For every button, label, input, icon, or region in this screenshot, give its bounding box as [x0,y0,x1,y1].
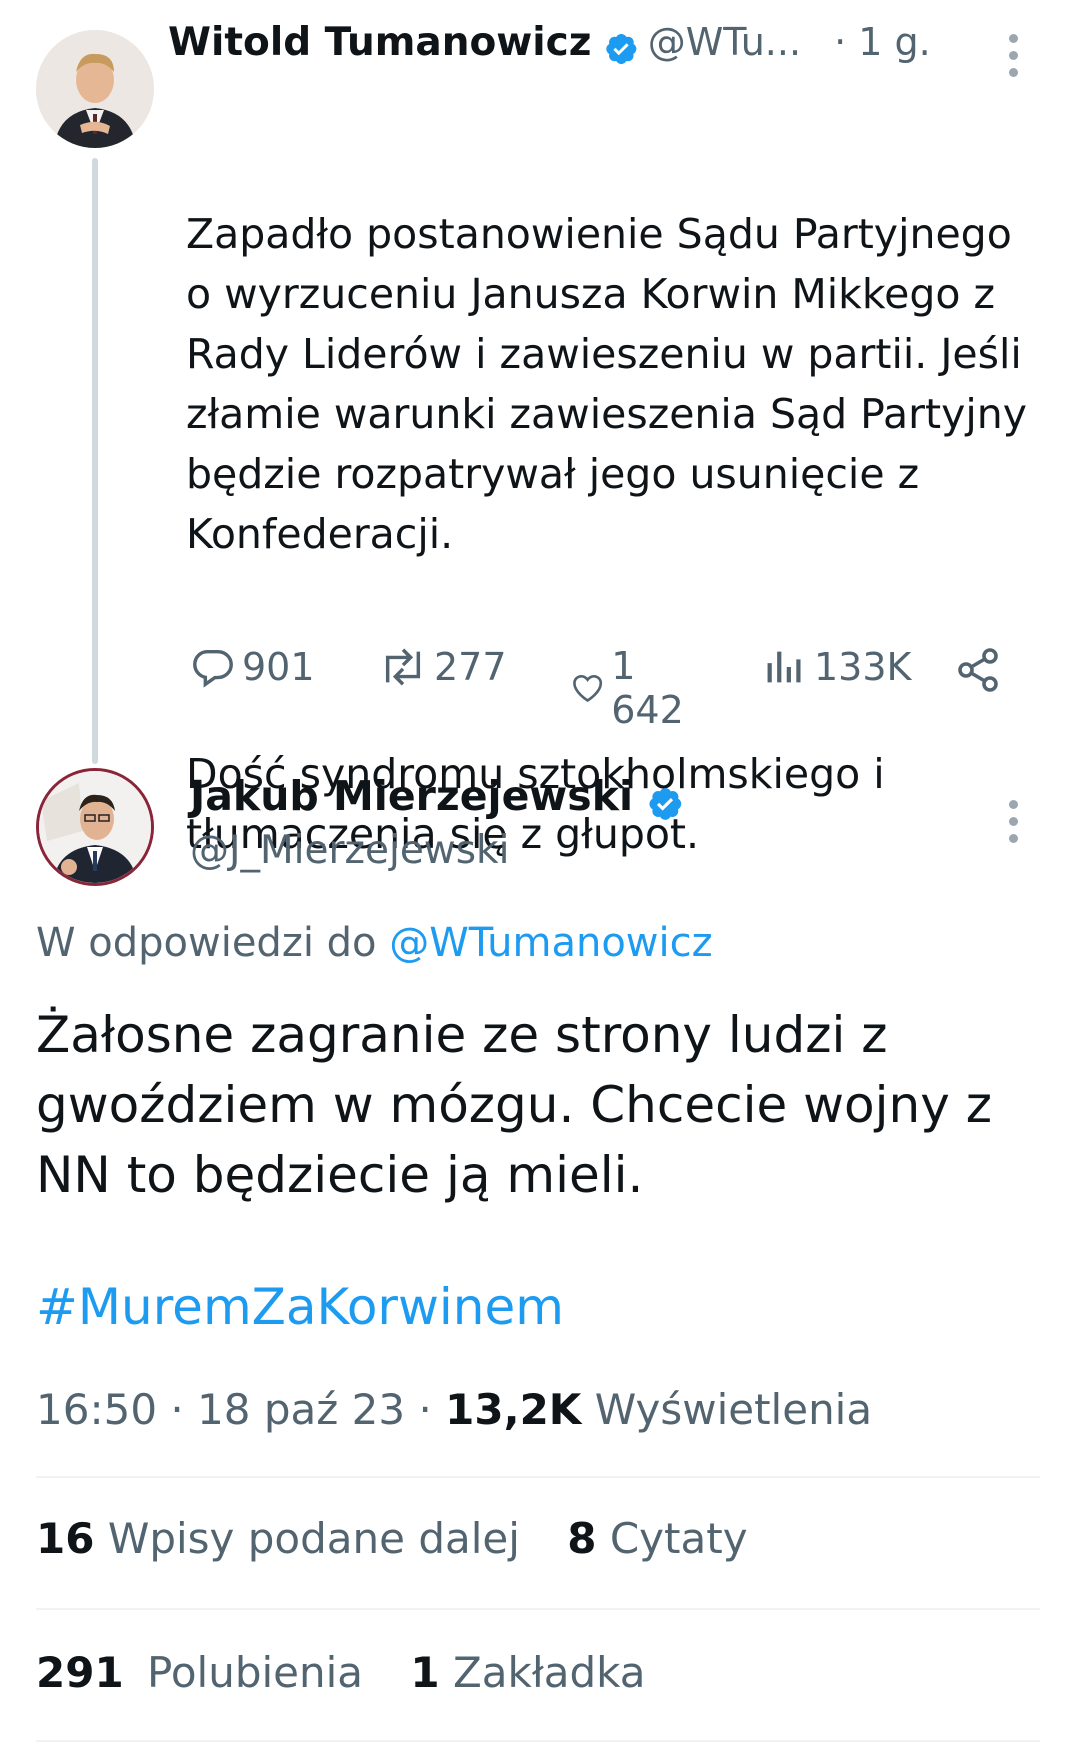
analytics-icon [767,651,801,683]
views-label: Wyświetlenia [594,1385,873,1434]
retweet-button[interactable]: 277 [378,644,507,690]
reply-icon [193,649,233,688]
likes-stat[interactable]: 291 Polubienia [36,1648,363,1697]
views-count: 13,2K [445,1385,582,1434]
divider [36,1740,1040,1742]
verified-badge-icon [646,785,684,827]
author-handle[interactable]: @WTu... [648,20,801,64]
tweet2-header: Jakub Mierzejewski [190,772,684,827]
hashtag-link[interactable]: #MuremZaKorwinem [36,1278,564,1336]
divider [36,1608,1040,1610]
reply-button[interactable]: 901 [190,644,315,690]
engagement-row-1: 16 Wpisy podane dalej 8 Cytaty [36,1514,748,1563]
author-handle[interactable]: @J_Mierzejewski [190,828,509,873]
retweet-count: 277 [434,645,507,689]
divider [36,1476,1040,1478]
retweets-stat[interactable]: 16 Wpisy podane dalej [36,1514,520,1563]
quotes-stat[interactable]: 8 Cytaty [567,1514,747,1563]
tweet1-header: Witold Tumanowicz @WTu... · 1 g. [168,20,1048,72]
thread-line [92,158,98,764]
avatar-witold[interactable] [36,30,154,148]
reply-prefix: W odpowiedzi do [36,920,390,966]
retweet-icon [385,648,421,686]
author-name[interactable]: Jakub Mierzejewski [190,772,633,820]
heart-icon [573,674,603,703]
share-icon [958,648,998,692]
more-options-icon[interactable] [1008,34,1020,85]
tweet-time[interactable]: · 1 g. [834,20,931,64]
reply-context: W odpowiedzi do @WTumanowicz [36,920,713,966]
more-options-icon[interactable] [1008,800,1020,851]
tweet-meta: 16:50 · 18 paź 23 · 13,2K Wyświetlenia [36,1385,872,1434]
like-count: 1 642 [611,644,684,732]
avatar-jakub[interactable] [36,768,154,886]
tweet1-paragraph-1: Zapadło postanowienie Sądu Partyjnego o … [186,210,1041,558]
like-button[interactable]: 1 642 [570,644,695,732]
views-button[interactable]: 133K [762,644,911,690]
engagement-row-2: 291 Polubienia 1 Zakładka [36,1648,646,1697]
tweet2-body: Żałosne zagranie ze strony ludzi z gwoźd… [36,1006,1008,1204]
views-count: 133K [814,645,912,689]
share-button[interactable] [954,646,1008,694]
author-name[interactable]: Witold Tumanowicz [168,20,592,65]
bookmarks-stat[interactable]: 1 Zakładka [410,1648,645,1697]
tweet-timestamp[interactable]: 16:50 · 18 paź 23 · [36,1385,445,1434]
reply-mention-link[interactable]: @WTumanowicz [389,920,712,966]
verified-badge-icon [603,31,639,71]
reply-count: 901 [242,645,315,689]
